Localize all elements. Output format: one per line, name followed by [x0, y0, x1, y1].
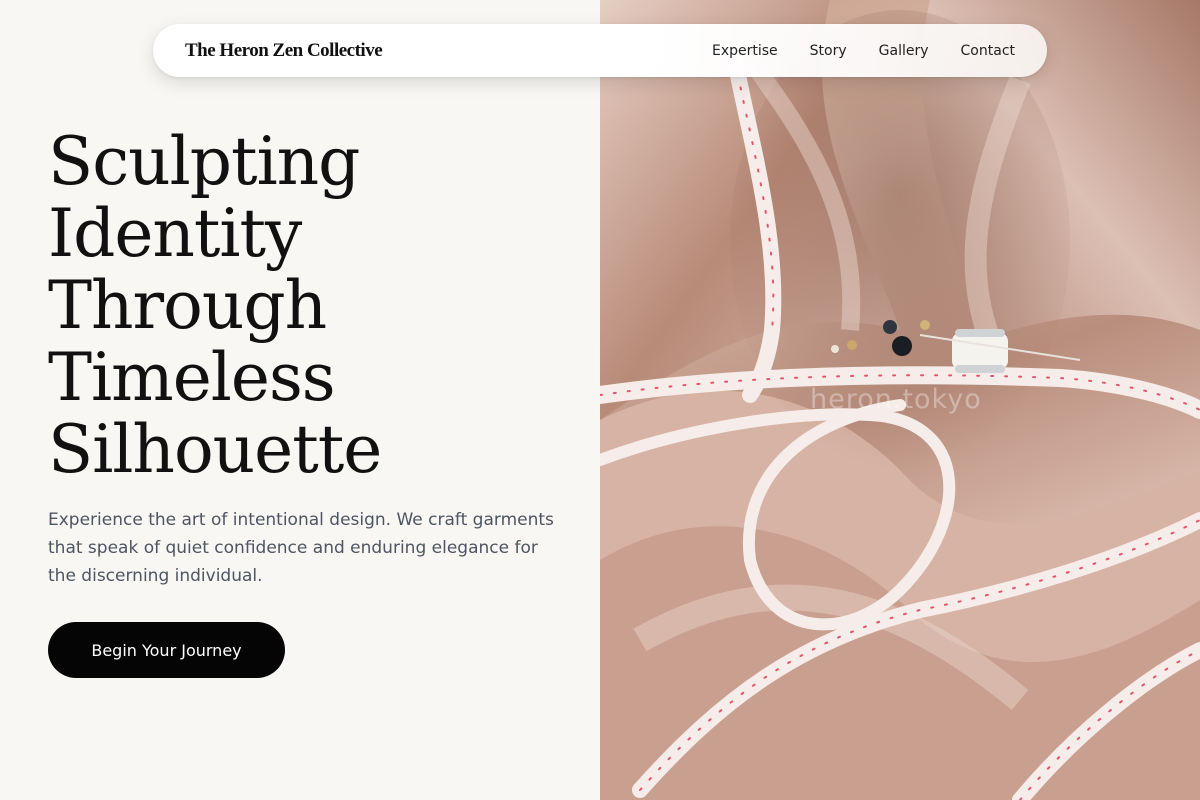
image-watermark: heron.tokyo [810, 384, 982, 415]
headline-line: Timeless [48, 339, 336, 416]
nav-link-story[interactable]: Story [810, 43, 847, 59]
headline-line: Identity [48, 195, 302, 272]
page: Sculpting Identity Through Timeless Silh… [0, 0, 1200, 800]
begin-journey-button[interactable]: Begin Your Journey [48, 622, 285, 678]
brand-logo[interactable]: The Heron Zen Collective [185, 40, 383, 62]
headline-line: Sculpting [48, 123, 360, 200]
hero-image: heron.tokyo [600, 0, 1200, 800]
hero-headline: Sculpting Identity Through Timeless Silh… [48, 126, 568, 486]
nav-link-expertise[interactable]: Expertise [712, 43, 778, 59]
hero-text-panel: Sculpting Identity Through Timeless Silh… [0, 0, 600, 800]
headline-line: Silhouette [48, 411, 382, 488]
nav-links: Expertise Story Gallery Contact [712, 43, 1015, 59]
headline-line: Through [48, 267, 327, 344]
hero-subtext: Experience the art of intentional design… [48, 510, 554, 586]
top-navbar: The Heron Zen Collective Expertise Story… [153, 24, 1047, 77]
nav-link-contact[interactable]: Contact [961, 43, 1015, 59]
nav-link-gallery[interactable]: Gallery [879, 43, 929, 59]
